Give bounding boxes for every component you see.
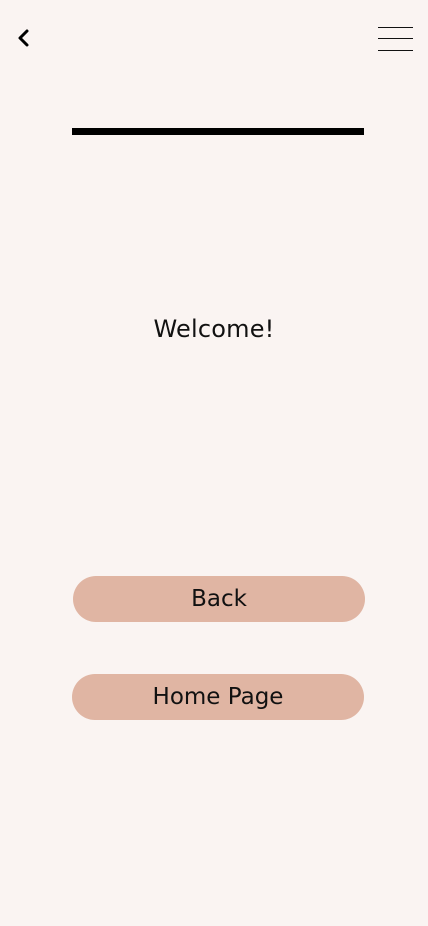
home-page-button[interactable]: Home Page bbox=[72, 674, 364, 720]
menu-line bbox=[378, 38, 413, 39]
progress-bar bbox=[72, 128, 364, 135]
back-button[interactable]: Back bbox=[73, 576, 365, 622]
menu-line bbox=[378, 27, 413, 28]
welcome-text: Welcome! bbox=[153, 315, 275, 343]
hamburger-menu-icon[interactable] bbox=[378, 26, 414, 52]
back-chevron-icon[interactable] bbox=[12, 26, 36, 50]
menu-line bbox=[378, 50, 413, 51]
